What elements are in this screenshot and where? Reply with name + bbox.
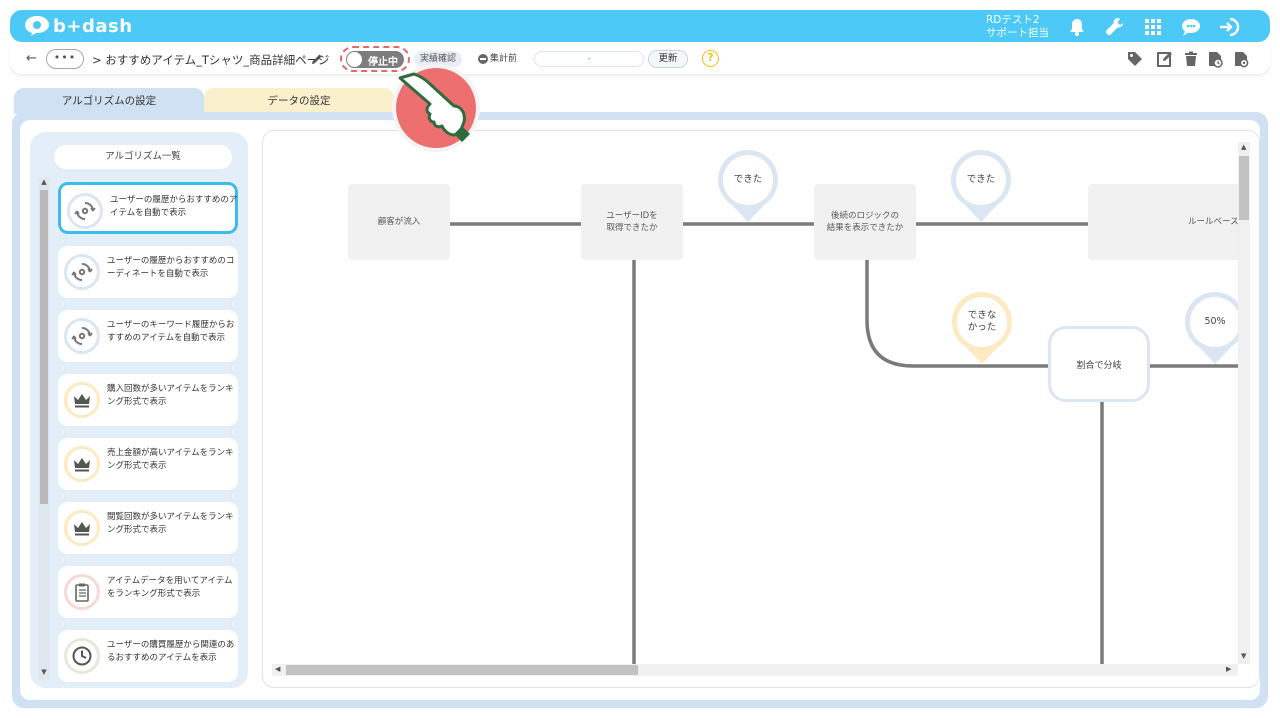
crown-icon [64, 382, 100, 418]
user-role: サポート担当 [986, 27, 1049, 39]
list-item[interactable]: ユーザーの購買履歴から関連のあるおすすめのアイテムを表示 [58, 630, 238, 682]
bubble-yes-label[interactable]: できた [728, 174, 768, 186]
node-userid-check[interactable]: ユーザーIDを 取得できたか [581, 184, 683, 260]
list-item-label: ユーザーの購買履歴から関連のあるおすすめのアイテムを表示 [107, 640, 235, 663]
vertical-scrollbar-thumb[interactable] [1239, 156, 1249, 220]
edit-icon[interactable] [1156, 50, 1174, 68]
scroll-up-icon[interactable]: ▲ [1241, 143, 1246, 151]
top-header: b+dash RDテスト2 サポート担当 [10, 10, 1270, 42]
logout-icon[interactable] [1218, 16, 1240, 38]
status-label: 集計前 [490, 54, 518, 64]
list-item[interactable]: ユーザーの履歴からおすすめのコーディネートを自動で表示 [58, 246, 238, 298]
clipboard-icon [64, 574, 100, 610]
sync-gear-icon [64, 254, 100, 290]
pencil-icon[interactable] [310, 52, 324, 66]
list-item[interactable]: 閲覧回数が多いアイテムをランキング形式で表示 [58, 502, 238, 554]
list-scrollbar[interactable]: ▲ ▼ [38, 178, 50, 680]
list-item[interactable]: 売上金額が高いアイテムをランキング形式で表示 [58, 438, 238, 490]
list-item-label: 閲覧回数が多いアイテムをランキング形式で表示 [107, 512, 234, 535]
list-item-label: ユーザーのキーワード履歴からおすすめのアイテムを自動で表示 [107, 320, 235, 343]
back-arrow-icon[interactable]: ← [26, 51, 37, 66]
toggle-knob [347, 52, 362, 67]
list-item-label: 売上金額が高いアイテムをランキング形式で表示 [107, 448, 234, 471]
node-customer-inflow[interactable]: 顧客が流入 [348, 184, 450, 260]
node-label-line1: ユーザーIDを [606, 211, 658, 221]
scroll-right-icon[interactable]: ▶ [1226, 665, 1231, 673]
node-label: 割合で分岐 [1076, 360, 1122, 371]
sync-gear-icon [64, 318, 100, 354]
scroll-down-icon[interactable]: ▼ [1241, 652, 1246, 660]
user-name: RDテスト2 [986, 14, 1040, 26]
scroll-up-icon[interactable]: ▲ [38, 178, 50, 186]
list-item-label: ユーザーの履歴からおすすめのアイテムを自動で表示 [110, 195, 238, 218]
chat-icon[interactable] [1180, 16, 1202, 38]
history-icon[interactable] [1206, 50, 1224, 68]
bubble-no-line2: かった [967, 322, 997, 333]
scroll-left-icon[interactable]: ◀ [275, 665, 280, 673]
tag-icon[interactable] [1126, 50, 1144, 68]
node-label: ルールベース [1188, 217, 1238, 227]
clock-icon [64, 638, 100, 674]
bubble-yes-label[interactable]: できた [961, 174, 1001, 186]
logo-mark-icon [25, 16, 49, 36]
node-logic-result-check[interactable]: 後続のロジックの 結果を表示できたか [814, 184, 916, 260]
trash-icon[interactable] [1182, 50, 1200, 68]
wrench-icon[interactable] [1104, 16, 1126, 38]
bubble-no-line1: できな [967, 310, 997, 321]
list-item[interactable]: ユーザーのキーワード履歴からおすすめのアイテムを自動で表示 [58, 310, 238, 362]
node-ratio-split[interactable]: 割合で分岐 [1048, 326, 1150, 402]
toolbar: ← ••• > おすすめアイテム_Tシャツ_商品詳細ページ 停止中 実績確認 集… [10, 44, 1270, 74]
hand-pointer-icon [392, 64, 480, 152]
list-item-label: ユーザーの履歴からおすすめのコーディネートを自動で表示 [107, 256, 235, 279]
list-item[interactable]: 購入回数が多いアイテムをランキング形式で表示 [58, 374, 238, 426]
bell-icon[interactable] [1066, 16, 1088, 38]
list-item-label: アイテムデータを用いてアイテムをランキング形式で表示 [107, 576, 233, 599]
horizontal-scrollbar-thumb[interactable] [286, 665, 638, 675]
crown-icon [64, 446, 100, 482]
bubble-percent-label[interactable]: 50% [1195, 316, 1235, 328]
list-item-label: 購入回数が多いアイテムをランキング形式で表示 [107, 384, 234, 407]
algorithm-list-title: アルゴリズム一覧 [54, 145, 232, 169]
tab-data-settings[interactable]: データの設定 [204, 88, 394, 114]
logo-text: b+dash [53, 15, 133, 37]
sync-gear-icon [67, 193, 103, 229]
help-icon[interactable]: ? [702, 50, 719, 67]
canvas-vertical-scrollbar[interactable]: ▲ ▼ [1238, 142, 1250, 664]
list-item[interactable]: ユーザーの履歴からおすすめのアイテムを自動で表示 [58, 182, 238, 234]
list-scrollbar-thumb[interactable] [40, 190, 48, 504]
node-label-line2: 取得できたか [606, 223, 658, 233]
crown-icon [64, 510, 100, 546]
user-info[interactable]: RDテスト2 サポート担当 [986, 14, 1049, 40]
node-label: 顧客が流入 [377, 217, 421, 227]
node-label-line2: 結果を表示できたか [826, 223, 904, 233]
settings-file-icon[interactable] [1232, 50, 1250, 68]
canvas-horizontal-scrollbar[interactable]: ◀ ▶ [272, 664, 1238, 676]
list-item[interactable]: アイテムデータを用いてアイテムをランキング形式で表示 [58, 566, 238, 618]
node-rule-based[interactable]: ルールベース [1088, 184, 1238, 260]
breadcrumb: > おすすめアイテム_Tシャツ_商品詳細ページ [92, 53, 330, 67]
aggregation-date-field: - [534, 51, 644, 67]
grid-icon[interactable] [1142, 16, 1164, 38]
bubble-no-label[interactable]: できな かった [962, 310, 1002, 334]
tab-algorithm-settings[interactable]: アルゴリズムの設定 [14, 88, 204, 114]
node-label-line1: 後続のロジックの [830, 211, 899, 221]
scroll-down-icon[interactable]: ▼ [38, 668, 50, 676]
logo[interactable]: b+dash [24, 15, 133, 37]
more-button[interactable]: ••• [46, 49, 84, 69]
update-button[interactable]: 更新 [648, 50, 688, 68]
